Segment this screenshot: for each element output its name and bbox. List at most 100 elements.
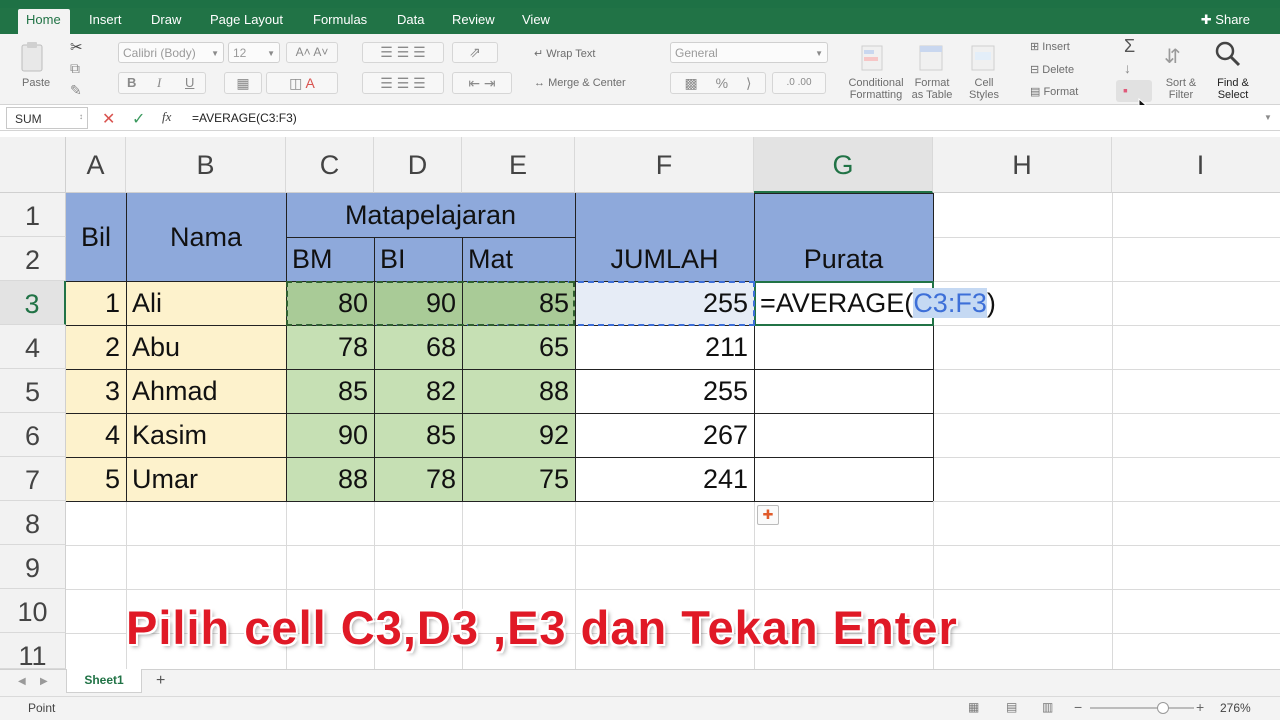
column-header-a[interactable]: A	[66, 137, 126, 193]
cell-bil[interactable]: 1	[66, 281, 126, 325]
orientation-icon[interactable]: ⇗	[452, 42, 498, 63]
name-box[interactable]: SUM ↕	[6, 107, 88, 129]
delete-cells-button[interactable]: ⊟ Delete	[1030, 63, 1074, 76]
copy-icon[interactable]: ⧉	[70, 60, 80, 77]
tab-view[interactable]: View	[522, 12, 550, 27]
row-header-10[interactable]: 10	[0, 589, 66, 633]
cell-bil[interactable]: 3	[66, 369, 126, 413]
insert-function-icon[interactable]: fx	[162, 109, 171, 125]
wrap-text-button[interactable]: ↵ Wrap Text	[534, 47, 595, 60]
cell-nama[interactable]: Abu	[126, 325, 286, 369]
tab-draw[interactable]: Draw	[151, 12, 181, 27]
font-grow-shrink-buttons[interactable]: A˄ A˅	[286, 42, 338, 63]
column-header-e[interactable]: E	[462, 137, 575, 193]
cell-mat[interactable]: 75	[462, 457, 575, 501]
cell-mat[interactable]: 65	[462, 325, 575, 369]
format-cells-button[interactable]: ▤ Format	[1030, 85, 1078, 98]
italic-button[interactable]: I	[157, 75, 161, 91]
row-header-2[interactable]: 2	[0, 237, 66, 281]
row-header-7[interactable]: 7	[0, 457, 66, 501]
tab-insert[interactable]: Insert	[89, 12, 122, 27]
row-header-5[interactable]: 5	[0, 369, 66, 413]
cell-styles-icon[interactable]	[968, 44, 998, 74]
row-header-4[interactable]: 4	[0, 325, 66, 369]
sort-filter-icon[interactable]: ⇵	[1164, 44, 1181, 69]
add-sheet-button[interactable]: +	[156, 672, 165, 690]
bold-button[interactable]: B	[127, 75, 136, 90]
cell-bm[interactable]: 85	[286, 369, 374, 413]
autosum-icon[interactable]: Σ	[1124, 36, 1135, 57]
cell-bil[interactable]: 2	[66, 325, 126, 369]
fill-font-color-icons[interactable]: ◫ A	[266, 72, 338, 94]
cell-bm[interactable]: 78	[286, 325, 374, 369]
cell-jumlah[interactable]: 255	[575, 369, 754, 413]
cell-jumlah[interactable]: 211	[575, 325, 754, 369]
decimal-buttons[interactable]: .0 .00	[772, 72, 826, 94]
column-header-c[interactable]: C	[286, 137, 374, 193]
horizontal-align-icons[interactable]: ☰ ☰ ☰	[362, 72, 444, 94]
scroll-left-icon[interactable]: ◀	[18, 676, 26, 687]
cell-nama[interactable]: Umar	[126, 457, 286, 501]
cell-bi[interactable]: 78	[374, 457, 462, 501]
page-break-view-icon[interactable]: ▥	[1042, 700, 1053, 714]
tab-formulas[interactable]: Formulas	[313, 12, 367, 27]
format-painter-icon[interactable]: ✎	[70, 82, 82, 99]
row-header-6[interactable]: 6	[0, 413, 66, 457]
tab-data[interactable]: Data	[397, 12, 424, 27]
font-size-select[interactable]: 12 ▼	[228, 42, 280, 63]
insert-cells-button[interactable]: ⊞ Insert	[1030, 40, 1070, 53]
zoom-slider-track[interactable]	[1090, 702, 1194, 714]
enter-check-icon[interactable]: ✓	[132, 109, 145, 129]
expand-formula-icon[interactable]: ▼	[1264, 113, 1272, 122]
page-layout-view-icon[interactable]: ▤	[1006, 700, 1017, 714]
percent-button[interactable]: %	[716, 75, 728, 91]
column-header-f[interactable]: F	[575, 137, 754, 193]
column-header-h[interactable]: H	[933, 137, 1112, 193]
zoom-in-button[interactable]: +	[1196, 699, 1204, 715]
zoom-slider-knob[interactable]	[1156, 702, 1169, 714]
cell-nama[interactable]: Ali	[126, 281, 286, 325]
select-all-corner[interactable]	[0, 137, 66, 193]
row-header-8[interactable]: 8	[0, 501, 66, 545]
find-select-icon[interactable]	[1214, 40, 1244, 73]
scroll-right-icon[interactable]: ▶	[40, 676, 48, 687]
paste-button[interactable]	[18, 40, 48, 74]
cell-bi[interactable]: 85	[374, 413, 462, 457]
cell-mat[interactable]: 92	[462, 413, 575, 457]
cell-mat[interactable]: 88	[462, 369, 575, 413]
cell-nama[interactable]: Ahmad	[126, 369, 286, 413]
font-name-select[interactable]: Calibri (Body) ▼	[118, 42, 224, 63]
cell-nama[interactable]: Kasim	[126, 413, 286, 457]
cell-jumlah[interactable]: 267	[575, 413, 754, 457]
row-header-3[interactable]: 3	[0, 281, 66, 325]
underline-button[interactable]: U	[185, 75, 194, 90]
cut-icon[interactable]: ✂	[70, 38, 83, 56]
tab-page-layout[interactable]: Page Layout	[210, 12, 283, 27]
share-button[interactable]: ✚ Share	[1201, 12, 1250, 28]
cell-jumlah[interactable]: 241	[575, 457, 754, 501]
column-header-b[interactable]: B	[126, 137, 286, 193]
vertical-align-icons[interactable]: ☰ ☰ ☰	[362, 42, 444, 63]
normal-view-icon[interactable]: ▦	[968, 700, 979, 714]
indent-icons[interactable]: ⇤ ⇥	[452, 72, 512, 94]
row-header-9[interactable]: 9	[0, 545, 66, 589]
format-table-icon[interactable]	[916, 44, 946, 74]
merge-center-button[interactable]: ↔ Merge & Center	[534, 77, 626, 89]
row-header-11[interactable]: 11	[0, 633, 66, 671]
cell-bi[interactable]: 82	[374, 369, 462, 413]
formula-input[interactable]: =AVERAGE(C3:F3)	[192, 111, 297, 125]
column-header-g[interactable]: G	[754, 137, 933, 193]
conditional-formatting-icon[interactable]	[858, 44, 888, 74]
quick-analysis-icon[interactable]: ✚	[757, 505, 779, 525]
cell-bm[interactable]: 88	[286, 457, 374, 501]
zoom-out-button[interactable]: −	[1074, 699, 1082, 715]
cell-edit-formula[interactable]: =AVERAGE(C3:F3)	[760, 281, 996, 325]
row-header-1[interactable]: 1	[0, 193, 66, 237]
cell-bil[interactable]: 5	[66, 457, 126, 501]
cell-bm[interactable]: 90	[286, 413, 374, 457]
tab-home[interactable]: Home	[26, 12, 61, 27]
cell-bil[interactable]: 4	[66, 413, 126, 457]
borders-icon[interactable]: ▦	[224, 72, 262, 94]
tab-review[interactable]: Review	[452, 12, 495, 27]
cancel-icon[interactable]: ✕	[102, 109, 115, 129]
